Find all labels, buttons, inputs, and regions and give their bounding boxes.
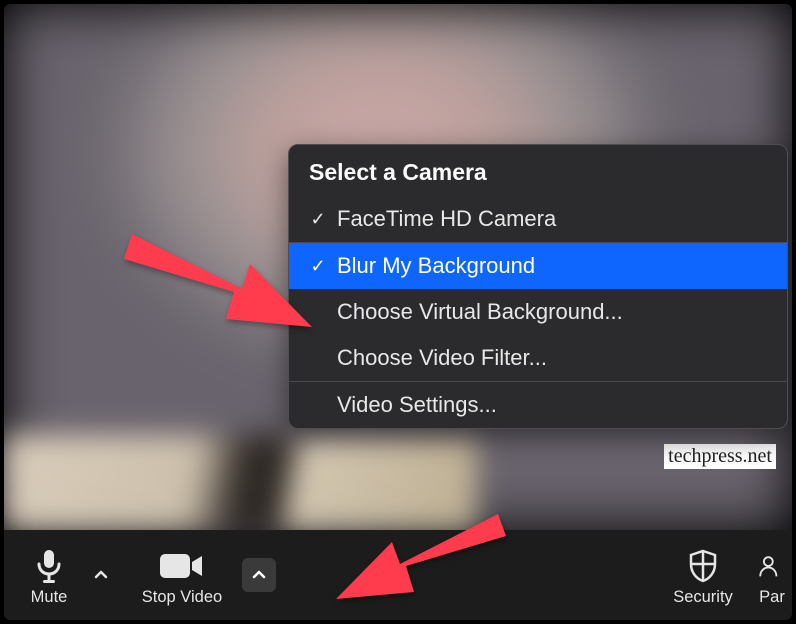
camera-option-label: FaceTime HD Camera — [337, 206, 556, 232]
video-camera-icon — [158, 546, 206, 586]
annotation-arrow-icon — [334, 514, 514, 619]
participants-label: Par — [759, 588, 785, 607]
blur-background-label: Blur My Background — [337, 253, 535, 279]
chevron-up-icon — [251, 567, 267, 583]
camera-option-item[interactable]: ✓ FaceTime HD Camera — [289, 196, 787, 242]
video-settings-label: Video Settings... — [337, 392, 497, 418]
security-button[interactable]: Security — [658, 540, 748, 611]
participants-button[interactable]: Par — [752, 540, 792, 611]
shield-icon — [687, 546, 719, 586]
security-label: Security — [673, 588, 733, 607]
stop-video-label: Stop Video — [142, 588, 222, 607]
virtual-background-label: Choose Virtual Background... — [337, 299, 623, 325]
video-filter-label: Choose Video Filter... — [337, 345, 547, 371]
video-filter-item[interactable]: ✓ Choose Video Filter... — [289, 335, 787, 381]
watermark-label: techpress.net — [664, 444, 776, 469]
stop-video-button[interactable]: Stop Video — [122, 540, 242, 611]
popup-header: Select a Camera — [289, 145, 787, 196]
mute-caret-button[interactable] — [84, 558, 118, 592]
blur-background-item[interactable]: ✓ Blur My Background — [289, 243, 787, 289]
video-caret-button[interactable] — [242, 558, 276, 592]
check-icon: ✓ — [309, 209, 327, 230]
participants-icon — [758, 546, 786, 586]
video-options-popup: Select a Camera ✓ FaceTime HD Camera ✓ B… — [288, 144, 788, 429]
annotation-arrow-icon — [114, 234, 314, 364]
mute-button[interactable]: Mute — [14, 540, 84, 611]
chevron-up-icon — [93, 567, 109, 583]
video-settings-item[interactable]: ✓ Video Settings... — [289, 382, 787, 428]
microphone-icon — [35, 546, 63, 586]
mute-label: Mute — [31, 588, 68, 607]
virtual-background-item[interactable]: ✓ Choose Virtual Background... — [289, 289, 787, 335]
